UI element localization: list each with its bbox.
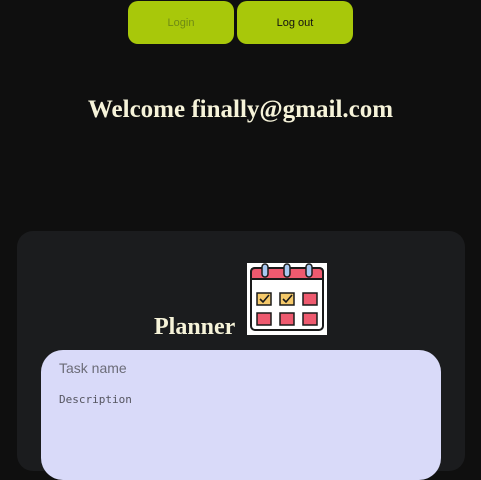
calendar-checklist-icon — [247, 263, 327, 335]
planner-title: Planner — [154, 314, 236, 340]
logout-button[interactable]: Log out — [237, 1, 353, 44]
description-field[interactable] — [59, 393, 429, 453]
welcome-heading: Welcome finally@gmail.com — [87, 96, 394, 123]
login-button[interactable]: Login — [128, 1, 234, 44]
task-name-input[interactable] — [59, 357, 429, 379]
